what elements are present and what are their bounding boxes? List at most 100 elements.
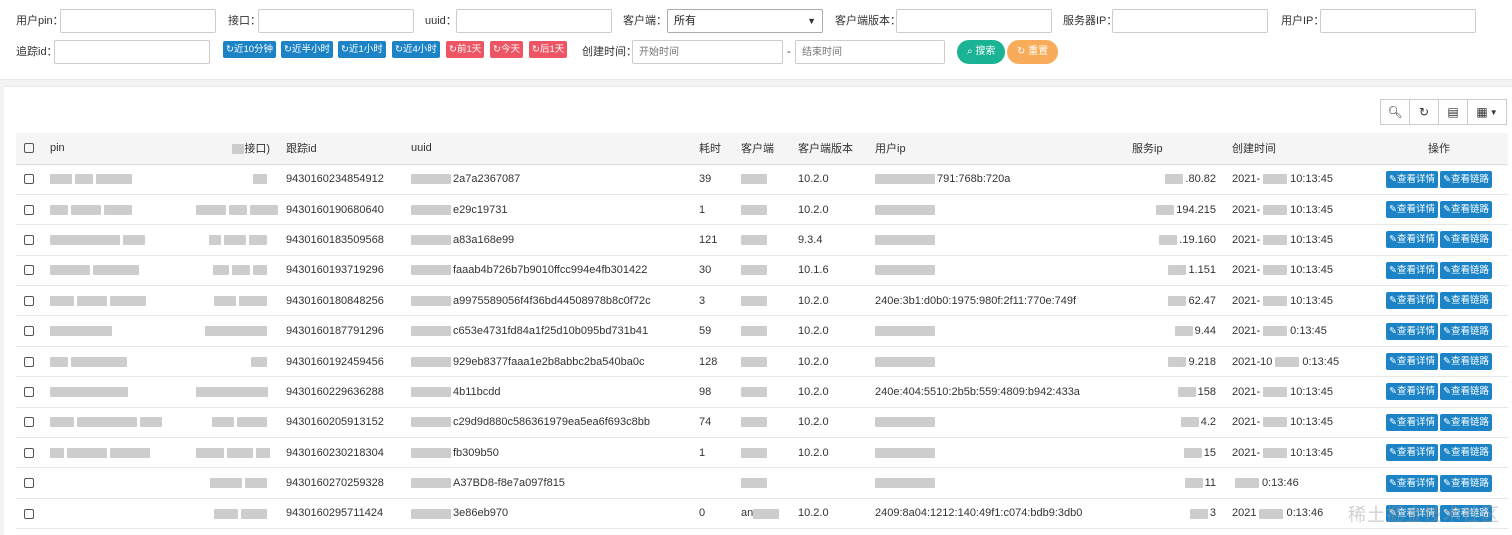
row-select-cell[interactable]	[16, 286, 42, 316]
quick-next-day-button[interactable]: ↻后1天	[529, 41, 568, 58]
redacted-block	[212, 417, 234, 428]
view-detail-button[interactable]: ✎查看详情	[1386, 413, 1438, 431]
row-checkbox[interactable]	[24, 326, 34, 337]
view-detail-button[interactable]: ✎查看详情	[1386, 474, 1438, 492]
table-row[interactable]: 9430160234854912 2a7a2367087 39 10.2.0 791:7…	[16, 164, 1508, 195]
view-trace-button[interactable]: ✎查看链路	[1440, 353, 1492, 371]
row-checkbox[interactable]	[24, 295, 34, 306]
columns-button[interactable]: ▦ ▼	[1467, 99, 1507, 125]
col-trace-id[interactable]: 跟踪id	[278, 133, 403, 165]
col-api[interactable]: 接口)	[188, 133, 278, 165]
toggle-view-button[interactable]: ▤	[1438, 99, 1468, 125]
start-time-input[interactable]	[632, 40, 783, 64]
col-user-ip[interactable]: 用户ip	[867, 133, 1124, 165]
row-checkbox[interactable]	[24, 478, 34, 489]
view-trace-button[interactable]: ✎查看链路	[1440, 383, 1492, 401]
col-pin[interactable]: pin	[42, 133, 188, 165]
table-row[interactable]: 9430160192459456 929eb8377faaa1e2b8abbc2b…	[16, 346, 1508, 377]
client-select[interactable]: 所有 ▼	[667, 9, 823, 33]
redacted-block	[1235, 478, 1259, 489]
row-checkbox[interactable]	[24, 447, 34, 458]
col-cost[interactable]: 耗时	[691, 133, 733, 165]
reset-button[interactable]: ↻ 重置	[1007, 40, 1059, 64]
view-detail-button[interactable]: ✎查看详情	[1386, 170, 1438, 188]
table-row[interactable]: 9430160180848256 a9975589056f4f36bd445089…	[16, 286, 1508, 316]
table-row[interactable]: 9430160183509568 a83a168e99 121 9.3.4 .19.16…	[16, 225, 1508, 256]
col-version[interactable]: 客户端版本	[790, 133, 867, 165]
view-detail-button[interactable]: ✎查看详情	[1386, 292, 1438, 310]
table-row[interactable]: 9430160295711424 3e86eb970 0 an 10.2.0 2409:8…	[16, 498, 1508, 529]
row-select-cell[interactable]	[16, 407, 42, 437]
view-detail-button[interactable]: ✎查看详情	[1386, 383, 1438, 401]
col-created[interactable]: 创建时间	[1224, 133, 1370, 165]
row-select-cell[interactable]	[16, 377, 42, 407]
row-checkbox[interactable]	[24, 265, 34, 276]
row-select-cell[interactable]	[16, 225, 42, 255]
view-trace-button[interactable]: ✎查看链路	[1440, 292, 1492, 310]
view-trace-button[interactable]: ✎查看链路	[1440, 322, 1492, 340]
quick-4hour-button[interactable]: ↻近4小时	[392, 41, 440, 58]
row-checkbox[interactable]	[24, 387, 34, 398]
refresh-button[interactable]: ↻	[1409, 99, 1439, 125]
view-detail-button[interactable]: ✎查看详情	[1386, 261, 1438, 279]
view-detail-button[interactable]: ✎查看详情	[1386, 353, 1438, 371]
col-uuid[interactable]: uuid	[403, 133, 691, 165]
row-select-cell[interactable]	[16, 194, 42, 224]
table-row[interactable]: 9430160270259328 A37BD8-f8e7a097f815 11 0:1…	[16, 468, 1508, 499]
quick-today-button[interactable]: ↻今天	[490, 41, 523, 58]
api-input[interactable]	[258, 9, 414, 33]
view-trace-button[interactable]: ✎查看链路	[1440, 444, 1492, 462]
client-version-input[interactable]	[896, 9, 1052, 33]
user-ip-cell	[867, 346, 1124, 376]
table-row[interactable]: 9430160229636288 4b11bcdd 98 10.2.0 240e:404…	[16, 377, 1508, 408]
view-detail-button[interactable]: ✎查看详情	[1386, 231, 1438, 249]
row-checkbox[interactable]	[24, 235, 34, 246]
user-ip-input[interactable]	[1320, 9, 1476, 33]
table-row[interactable]: 9430160190680640 e29c19731 1 10.2.0 194.215 2…	[16, 194, 1508, 225]
row-checkbox[interactable]	[24, 356, 34, 367]
table-row[interactable]: 9430160205913152 c29d9d880c586361979ea5ea…	[16, 407, 1508, 438]
row-checkbox[interactable]	[24, 174, 34, 185]
pin-cell	[42, 498, 188, 528]
quick-half-hour-button[interactable]: ↻近半小时	[281, 41, 333, 58]
view-trace-button[interactable]: ✎查看链路	[1440, 413, 1492, 431]
redacted-block	[232, 144, 245, 155]
user-ip-cell: 240e:3b1:d0b0:1975:980f:2f11:770e:749f	[875, 294, 1077, 307]
server-ip-input[interactable]	[1112, 9, 1268, 33]
table-row[interactable]: 9430160193719296 faaab4b726b7b9010ffcc994…	[16, 255, 1508, 286]
view-trace-button[interactable]: ✎查看链路	[1440, 170, 1492, 188]
search-button[interactable]: ⌕ 搜索	[957, 40, 1006, 64]
col-client[interactable]: 客户端	[733, 133, 790, 165]
uuid-input[interactable]	[456, 9, 612, 33]
view-detail-button[interactable]: ✎查看详情	[1386, 444, 1438, 462]
view-trace-button[interactable]: ✎查看链路	[1440, 201, 1492, 219]
user-pin-input[interactable]	[60, 9, 216, 33]
col-server-ip[interactable]: 服务ip	[1124, 133, 1224, 165]
table-row[interactable]: 9430160230218304 fb309b50 1 10.2.0 15 2021- 10…	[16, 438, 1508, 468]
select-all-checkbox[interactable]	[24, 143, 34, 154]
row-select-cell[interactable]	[16, 498, 42, 528]
row-select-cell[interactable]	[16, 346, 42, 376]
client-cell	[733, 164, 790, 194]
search-toggle-button[interactable]: 🔍︎	[1380, 99, 1410, 125]
row-select-cell[interactable]	[16, 468, 42, 498]
quick-10min-button[interactable]: ↻近10分钟	[223, 41, 277, 58]
table-row[interactable]: 9430160187791296 c653e4731fd84a1f25d10b09…	[16, 316, 1508, 347]
row-select-cell[interactable]	[16, 316, 42, 346]
view-trace-button[interactable]: ✎查看链路	[1440, 231, 1492, 249]
row-checkbox[interactable]	[24, 417, 34, 428]
view-detail-button[interactable]: ✎查看详情	[1386, 322, 1438, 340]
view-trace-button[interactable]: ✎查看链路	[1440, 474, 1492, 492]
trace-id-input[interactable]	[54, 40, 210, 64]
view-trace-button[interactable]: ✎查看链路	[1440, 261, 1492, 279]
quick-prev-day-button[interactable]: ↻前1天	[446, 41, 485, 58]
row-checkbox[interactable]	[24, 508, 34, 519]
view-detail-button[interactable]: ✎查看详情	[1386, 201, 1438, 219]
row-select-cell[interactable]	[16, 255, 42, 285]
row-select-cell[interactable]	[16, 164, 42, 194]
select-all-cell[interactable]	[16, 133, 42, 165]
row-select-cell[interactable]	[16, 438, 42, 468]
quick-1hour-button[interactable]: ↻近1小时	[338, 41, 386, 58]
row-checkbox[interactable]	[24, 204, 34, 215]
end-time-input[interactable]	[795, 40, 945, 64]
